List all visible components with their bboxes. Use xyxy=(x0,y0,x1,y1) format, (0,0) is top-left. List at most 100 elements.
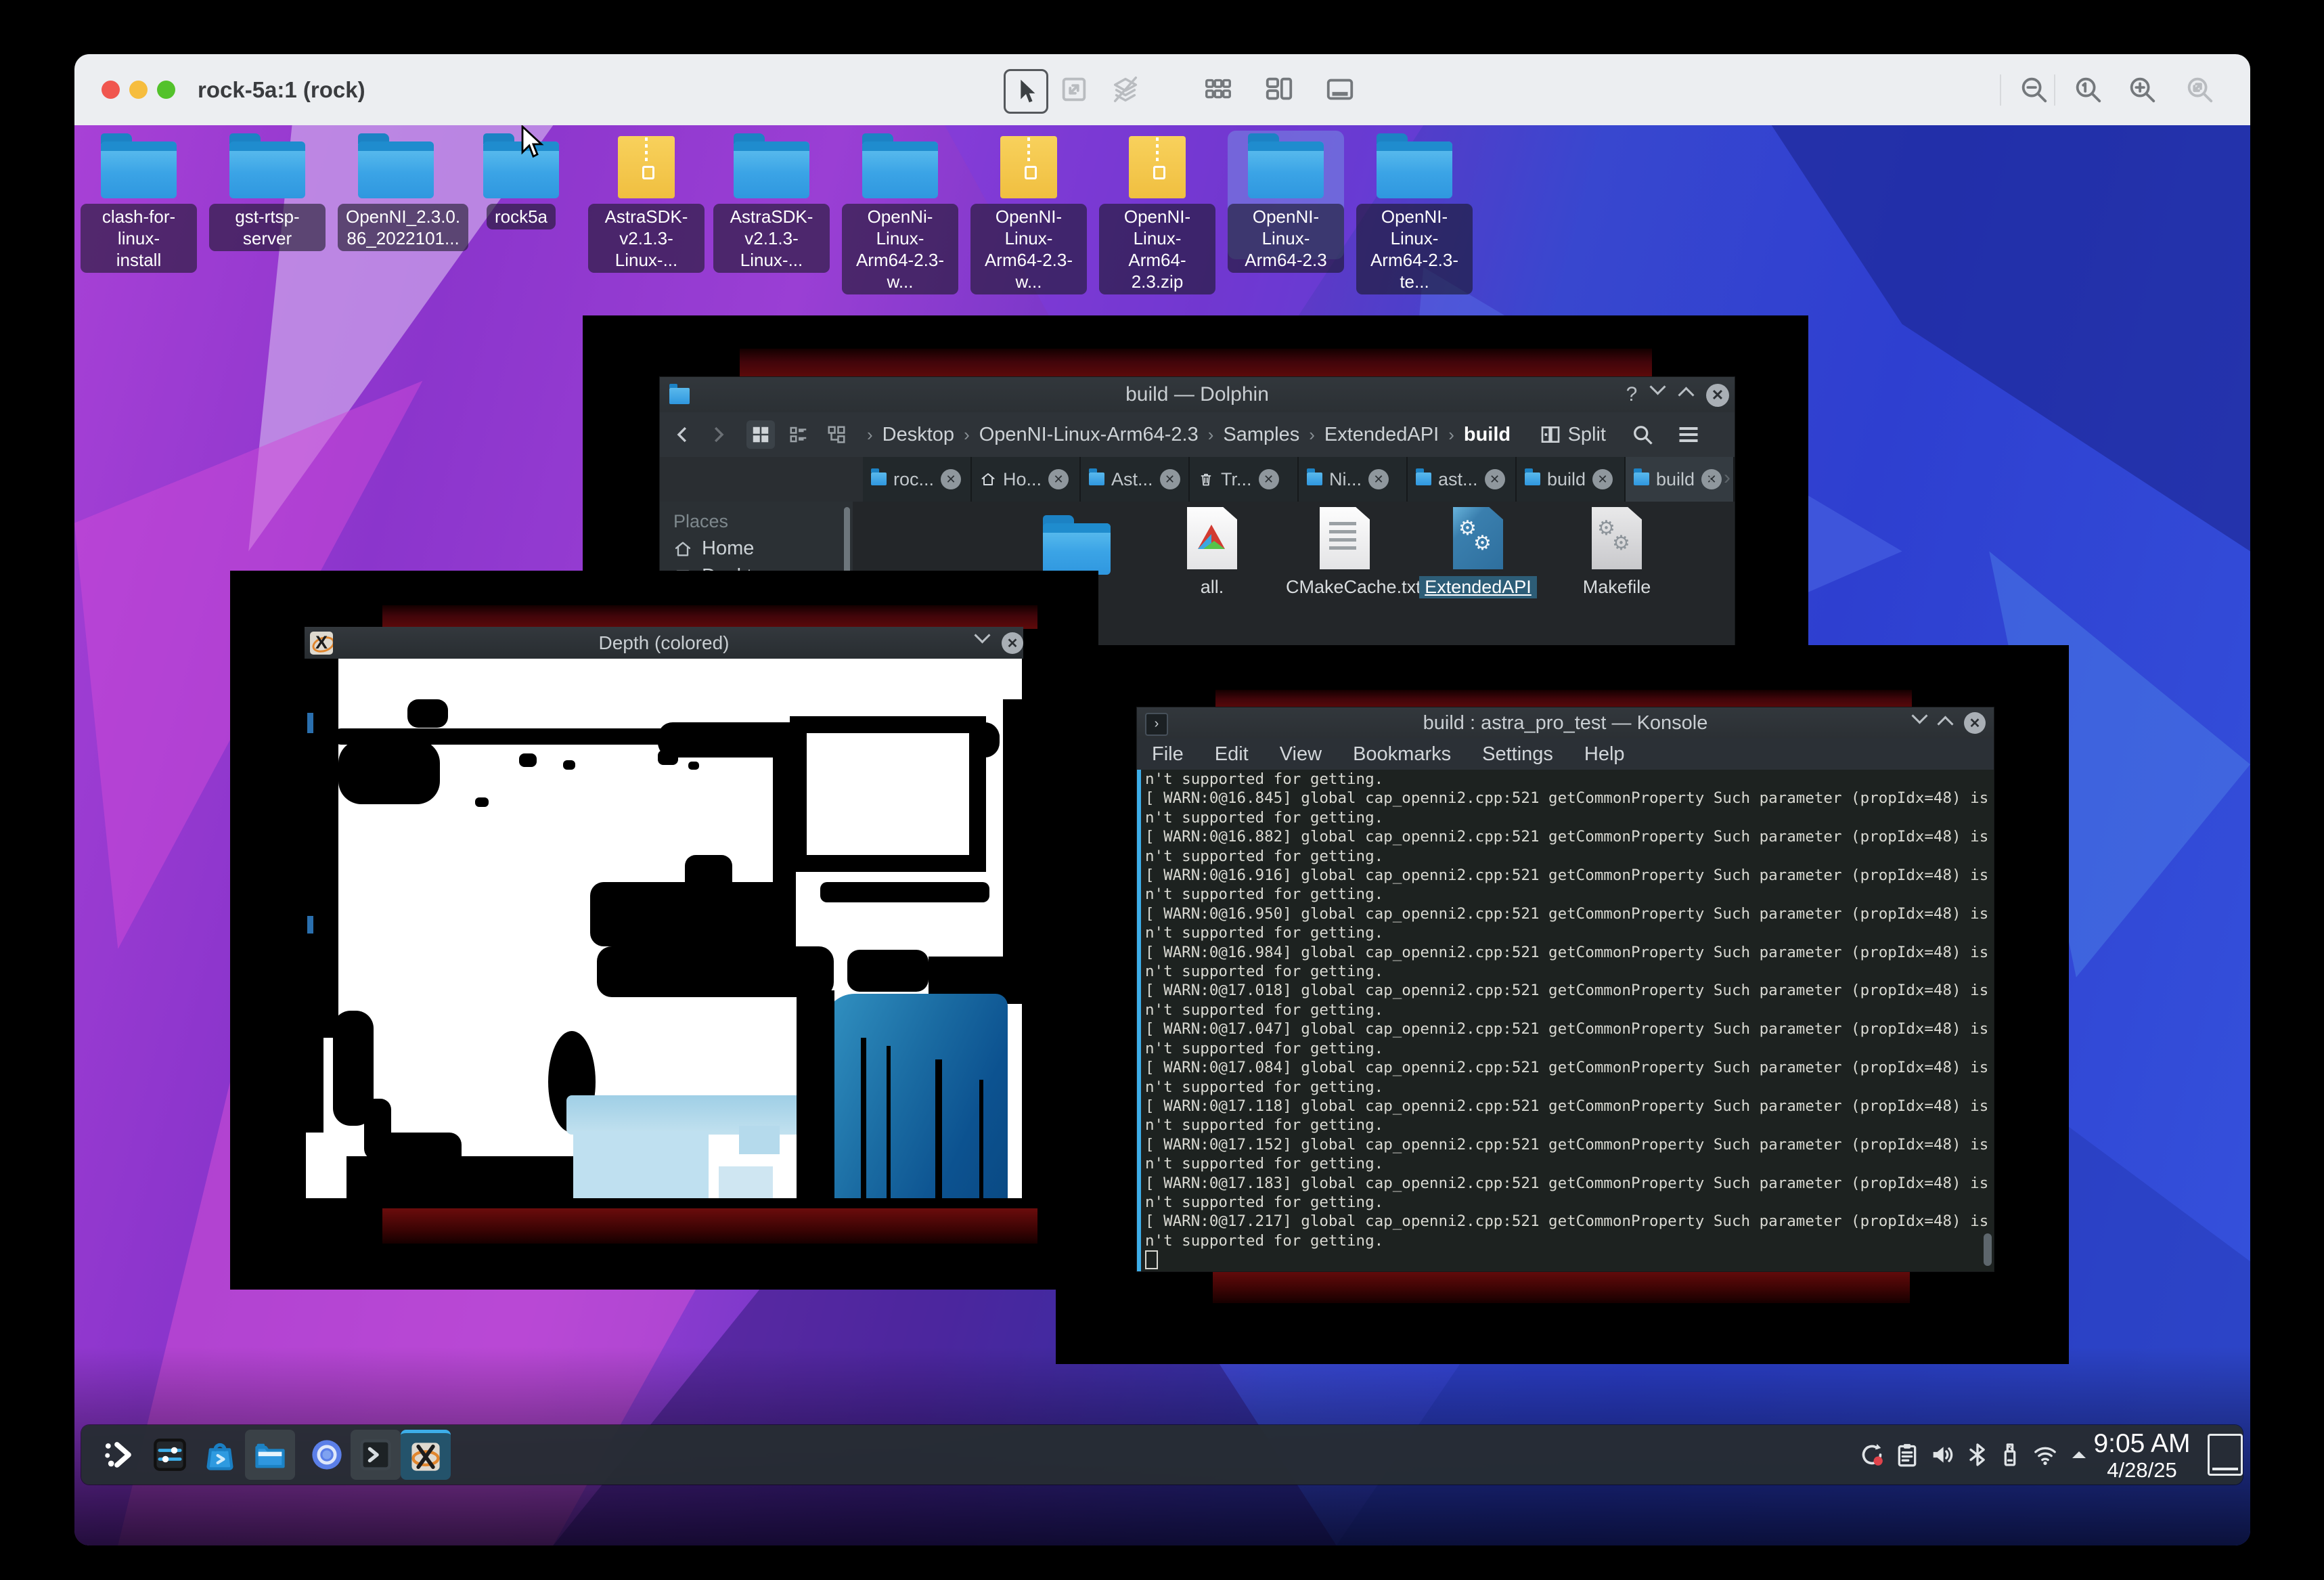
dolphin-tab-Ast[interactable]: Ast...✕ xyxy=(1081,457,1190,502)
vnc-toolbar-zoom-in-icon[interactable] xyxy=(2122,69,2162,110)
menu-item-file[interactable]: File xyxy=(1152,743,1184,766)
tray-wifi-icon[interactable] xyxy=(2029,1439,2061,1471)
dolphin-tab-build[interactable]: build✕ xyxy=(1517,457,1626,502)
dolphin-tab-Tr[interactable]: Tr...✕ xyxy=(1190,457,1299,502)
taskbar-discover-button[interactable] xyxy=(195,1430,245,1480)
vnc-toolbar-panel-icon[interactable] xyxy=(1320,69,1360,110)
konsole-titlebar[interactable]: › build : astra_pro_test — Konsole ✕ xyxy=(1137,707,1994,739)
file-item-Makefile[interactable]: ⚙⚙Makefile xyxy=(1552,507,1681,598)
desktop-icon-1[interactable]: clash-for-linux- install xyxy=(81,131,197,259)
vnc-toolbar-grid-icon[interactable] xyxy=(1198,69,1238,110)
breadcrumb-item[interactable]: Desktop xyxy=(882,424,954,446)
search-icon[interactable] xyxy=(1630,422,1655,447)
tray-volume-icon[interactable] xyxy=(1926,1439,1959,1471)
taskbar-dolphin-button[interactable] xyxy=(245,1430,295,1480)
vnc-toolbar-cursor-icon[interactable] xyxy=(1004,69,1048,114)
vnc-toolbar-zoom-100-icon[interactable] xyxy=(2068,69,2108,110)
konsole-minimize-button[interactable] xyxy=(1914,714,1925,722)
desktop-icon-3[interactable]: OpenNI_2.3.0. 86_2022101... xyxy=(338,131,454,259)
taskbar-settings-sliders-button[interactable] xyxy=(145,1430,195,1480)
close-button[interactable]: ✕ xyxy=(1706,384,1729,407)
depth-minimize-button[interactable] xyxy=(977,634,988,641)
view-tree-button[interactable] xyxy=(822,420,851,449)
back-button[interactable] xyxy=(672,423,695,446)
menu-item-settings[interactable]: Settings xyxy=(1482,743,1553,766)
dolphin-tab-roc[interactable]: roc...✕ xyxy=(863,457,972,502)
zip-icon xyxy=(1000,136,1057,198)
menu-item-edit[interactable]: Edit xyxy=(1215,743,1249,766)
tab-close-icon[interactable]: ✕ xyxy=(1160,469,1180,489)
dolphin-tab-Ni[interactable]: Ni...✕ xyxy=(1299,457,1408,502)
mac-zoom-button[interactable] xyxy=(157,81,175,99)
tab-close-icon[interactable]: ✕ xyxy=(1368,469,1389,489)
show-desktop-button[interactable] xyxy=(2208,1434,2243,1476)
breadcrumb-item[interactable]: Samples xyxy=(1223,424,1299,446)
view-icons-button[interactable] xyxy=(746,420,775,449)
vnc-toolbar-zoom-fit-icon[interactable] xyxy=(2179,69,2220,110)
desktop-icon-6[interactable]: AstraSDK- v2.1.3-Linux-... xyxy=(713,131,830,259)
file-item-CMakeCache.txt[interactable]: CMakeCache.txt xyxy=(1280,507,1409,598)
tab-close-icon[interactable]: ✕ xyxy=(1259,469,1279,489)
desktop-icon-10[interactable]: OpenNI-Linux- Arm64-2.3 xyxy=(1228,131,1344,259)
tab-close-icon[interactable]: ✕ xyxy=(1592,469,1613,489)
taskbar-launcher-button[interactable] xyxy=(93,1430,143,1480)
forward-button[interactable] xyxy=(706,423,729,446)
desktop-icon-label: clash-for-linux- install xyxy=(81,204,197,273)
taskbar-x11-button[interactable] xyxy=(401,1430,451,1480)
dolphin-tab-Ho[interactable]: Ho...✕ xyxy=(972,457,1081,502)
tab-scroll-arrows[interactable]: ‹› xyxy=(1707,466,1730,489)
desktop-icon-8[interactable]: OpenNI-Linux- Arm64-2.3-w... xyxy=(970,131,1087,259)
hamburger-menu-icon[interactable] xyxy=(1676,422,1701,447)
breadcrumb-item[interactable]: OpenNI-Linux-Arm64-2.3 xyxy=(979,424,1199,446)
taskbar-chromium-button[interactable] xyxy=(302,1430,352,1480)
places-item-home[interactable]: Home xyxy=(673,537,853,560)
toolbar-separator xyxy=(2054,74,2055,106)
terminal-output[interactable]: n't supported for getting.[ WARN:0@16.84… xyxy=(1137,770,1994,1271)
vnc-toolbar-layers-off-icon[interactable] xyxy=(1105,69,1146,110)
tray-bluetooth-icon[interactable] xyxy=(1961,1439,1994,1471)
tray-usb-icon[interactable] xyxy=(1994,1439,2026,1471)
vnc-toolbar-layout-icon[interactable] xyxy=(1259,69,1299,110)
breadcrumb[interactable]: ›Desktop›OpenNI-Linux-Arm64-2.3›Samples›… xyxy=(864,424,1517,446)
tab-close-icon[interactable]: ✕ xyxy=(941,469,961,489)
breadcrumb-item[interactable]: ExtendedAPI xyxy=(1324,424,1439,446)
menu-item-help[interactable]: Help xyxy=(1584,743,1625,766)
depth-title: Depth (colored) xyxy=(305,627,1023,659)
tab-close-icon[interactable]: ✕ xyxy=(1485,469,1505,489)
split-button[interactable]: Split xyxy=(1540,424,1606,446)
depth-titlebar[interactable]: X Depth (colored) ✕ xyxy=(305,627,1023,659)
view-details-button[interactable] xyxy=(784,420,813,449)
maximize-button[interactable] xyxy=(1680,385,1692,401)
minimize-button[interactable] xyxy=(1652,385,1663,393)
clock[interactable]: 9:05 AM 4/28/25 xyxy=(2071,1429,2213,1482)
usb-icon xyxy=(1996,1441,2024,1468)
konsole-maximize-button[interactable] xyxy=(1940,714,1951,730)
dolphin-tab-ast[interactable]: ast...✕ xyxy=(1408,457,1517,502)
depth-close-button[interactable]: ✕ xyxy=(1002,632,1023,654)
menu-item-bookmarks[interactable]: Bookmarks xyxy=(1353,743,1451,766)
tab-close-icon[interactable]: ✕ xyxy=(1048,469,1069,489)
mac-minimize-button[interactable] xyxy=(129,81,148,99)
desktop-icon-5[interactable]: AstraSDK- v2.1.3-Linux-... xyxy=(588,131,705,259)
desktop-icon-9[interactable]: OpenNI-Linux- Arm64-2.3.zip xyxy=(1099,131,1215,259)
file-item-ExtendedAPI[interactable]: ⚙⚙ExtendedAPI xyxy=(1414,507,1542,598)
taskbar-konsole-button[interactable] xyxy=(351,1430,401,1480)
mac-close-button[interactable] xyxy=(102,81,120,99)
desktop-icon-2[interactable]: gst-rtsp-server xyxy=(209,131,326,259)
konsole-close-button[interactable]: ✕ xyxy=(1964,712,1986,734)
menu-item-view[interactable]: View xyxy=(1280,743,1322,766)
desktop-icon-label: AstraSDK- v2.1.3-Linux-... xyxy=(588,204,705,273)
file-item-folder[interactable] xyxy=(1012,507,1141,568)
desktop-icon-7[interactable]: OpenNi-Linux- Arm64-2.3-w... xyxy=(842,131,958,259)
help-button[interactable]: ? xyxy=(1619,382,1644,407)
dolphin-titlebar[interactable]: build — Dolphin ? ✕ xyxy=(660,377,1735,412)
vnc-toolbar-resize-icon[interactable] xyxy=(1054,69,1094,110)
file-item-all.[interactable]: all. xyxy=(1148,507,1276,598)
tray-update-icon[interactable] xyxy=(1856,1439,1888,1471)
terminal-scrollbar[interactable] xyxy=(1984,1233,1992,1266)
breadcrumb-item[interactable]: build xyxy=(1464,424,1511,446)
tray-clipboard-icon[interactable] xyxy=(1891,1439,1923,1471)
desktop-icon-11[interactable]: OpenNI-Linux- Arm64-2.3-te... xyxy=(1356,131,1473,259)
vnc-toolbar-zoom-out-icon[interactable] xyxy=(2013,69,2054,110)
file-label: all. xyxy=(1195,576,1230,598)
